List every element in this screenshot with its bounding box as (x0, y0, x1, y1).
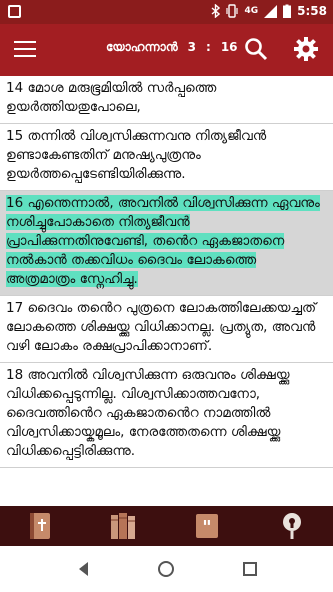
verse-16-selected[interactable]: 16 എന്തെന്നാൽ, അവനിൽ വിശ്വസിക്കുന്ന ഏവനു… (0, 191, 333, 296)
svg-text:": " (202, 517, 211, 538)
bookmark-icon[interactable] (279, 512, 305, 540)
verse-text: 17 ദൈവം തൻെറ പുത്രനെ ലോകത്തിലേക്കയച്ചത് … (6, 300, 317, 354)
search-icon[interactable] (244, 37, 268, 61)
books-icon[interactable] (110, 512, 140, 540)
bluetooth-icon (212, 4, 221, 18)
signal-icon (264, 4, 278, 18)
chapter-number: 3 (187, 40, 197, 54)
bible-icon[interactable] (27, 512, 53, 540)
network-type: 4G (244, 6, 259, 16)
clock: 5:58 (297, 4, 327, 18)
verse-number: 16 (220, 40, 238, 54)
bottom-tab-bar: " (0, 506, 333, 546)
quote-icon[interactable]: " (194, 512, 220, 540)
verse-18[interactable]: 18 അവനിൽ വിശ്വസിക്കുന്ന ഒരുവനും ശിക്ഷയ്ക… (0, 363, 333, 468)
back-icon[interactable] (74, 559, 94, 579)
separator: : (206, 40, 211, 54)
battery-icon (283, 4, 292, 18)
chapter-reference[interactable]: യോഹന്നാൻ 3 : 16 (106, 40, 238, 55)
notification-icon (8, 5, 21, 18)
verse-text: 14 മോശ മരുഭൂമിയിൽ സർപ്പത്തെ ഉയർത്തിയതുപോ… (6, 80, 217, 115)
verse-text: 18 അവനിൽ വിശ്വസിക്കുന്ന ഒരുവനും ശിക്ഷയ്ക… (6, 367, 290, 459)
verse-text: 15 തന്നിൽ വിശ്വസിക്കുന്നവനു നിത്യജീവൻ ഉണ… (6, 128, 267, 182)
status-bar: 4G 5:58 (0, 0, 333, 24)
home-icon[interactable] (156, 559, 176, 579)
verse-text-highlighted: 16 എന്തെന്നാൽ, അവനിൽ വിശ്വസിക്കുന്ന ഏവനു… (6, 195, 320, 287)
status-icons: 4G 5:58 (211, 4, 327, 18)
verse-17[interactable]: 17 ദൈവം തൻെറ പുത്രനെ ലോകത്തിലേക്കയച്ചത് … (0, 296, 333, 363)
book-name: യോഹന്നാൻ (106, 40, 178, 54)
menu-icon[interactable] (14, 41, 36, 59)
app-bar: യോഹന്നാൻ 3 : 16 (0, 24, 333, 76)
recents-icon[interactable] (240, 559, 260, 579)
verse-list: 14 മോശ മരുഭൂമിയിൽ സർപ്പത്തെ ഉയർത്തിയതുപോ… (0, 76, 333, 506)
verse-14[interactable]: 14 മോശ മരുഭൂമിയിൽ സർപ്പത്തെ ഉയർത്തിയതുപോ… (0, 76, 333, 124)
verse-15[interactable]: 15 തന്നിൽ വിശ്വസിക്കുന്നവനു നിത്യജീവൻ ഉണ… (0, 124, 333, 191)
vibrate-icon (226, 4, 239, 18)
gear-icon[interactable] (293, 36, 319, 62)
system-nav-bar (0, 546, 333, 592)
